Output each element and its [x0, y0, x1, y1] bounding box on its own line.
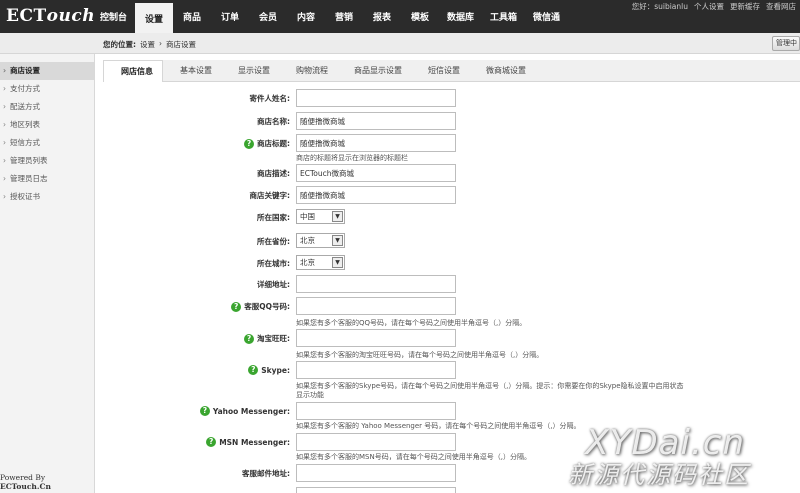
shop-name-label: 商店名称: [257, 117, 290, 126]
breadcrumb-prefix: 您的位置: [103, 40, 136, 49]
sidebar-item-admins[interactable]: 管理员列表 [0, 152, 94, 170]
personal-settings-link[interactable]: 个人设置 [694, 1, 724, 12]
help-icon[interactable]: ? [244, 333, 254, 344]
help-icon[interactable]: ? [199, 406, 210, 416]
msn-input[interactable] [296, 433, 456, 451]
service-email-label: 客服邮件地址: [242, 469, 290, 478]
country-label: 所在国家: [257, 213, 290, 222]
help-icon[interactable]: ? [231, 301, 242, 312]
shop-desc-label: 商店描述: [257, 169, 290, 178]
chevron-down-icon: ▼ [332, 235, 343, 246]
nav-orders[interactable]: 订单 [211, 0, 249, 33]
qq-input[interactable] [296, 297, 456, 315]
help-icon[interactable]: ? [244, 138, 254, 149]
tab-wechat-shop[interactable]: 微商城设置 [469, 60, 535, 82]
shop-name-input[interactable] [296, 112, 456, 130]
qq-label: ? 客服QQ号码: [231, 301, 290, 312]
logo-tail: ouch [46, 6, 96, 26]
sidebar-item-payment[interactable]: 支付方式 [0, 80, 94, 98]
nav-content[interactable]: 内容 [287, 0, 325, 33]
address-input[interactable] [296, 275, 456, 293]
sidebar-item-shipping[interactable]: 配送方式 [0, 98, 94, 116]
shop-desc-input[interactable] [296, 164, 456, 182]
yahoo-input[interactable] [296, 402, 456, 420]
sidebar-item-regions[interactable]: 地区列表 [0, 116, 94, 134]
top-bar: ECTouch 控制台 设置 商品 订单 会员 内容 营销 报表 模板 数据库 … [0, 0, 800, 33]
sender-name-input[interactable] [296, 89, 456, 107]
wangwang-note: 如果您有多个客服的淘宝旺旺号码，请在每个号码之间使用半角逗号（,）分隔。 [296, 351, 544, 359]
shop-title-input[interactable] [296, 134, 456, 152]
city-label: 所在城市: [257, 259, 290, 268]
province-label: 所在省份: [257, 237, 290, 246]
watermark-subtitle: 新源代源码社区 [568, 461, 750, 489]
wangwang-label: ? 淘宝旺旺: [244, 333, 290, 344]
breadcrumb-settings[interactable]: 设置 [140, 39, 155, 50]
clear-cache-link[interactable]: 更新缓存 [730, 1, 760, 12]
shop-title-note: 商店的标题将显示在浏览器的标题栏 [296, 154, 408, 162]
user-greeting: 您好：suibianlu [631, 2, 688, 11]
city-select[interactable]: 北京 ▼ [296, 255, 345, 270]
nav-tools[interactable]: 工具箱 [482, 0, 525, 33]
logo-main: ECT [6, 6, 47, 26]
partial-input[interactable] [296, 487, 456, 493]
address-label: 详细地址: [257, 280, 290, 289]
breadcrumb: 您的位置: 设置 › 商店设置 [103, 39, 196, 50]
tab-shop-info[interactable]: 网店信息 [103, 60, 163, 82]
nav-marketing[interactable]: 营销 [325, 0, 363, 33]
nav-templates[interactable]: 模板 [401, 0, 439, 33]
powered-brand-link[interactable]: ECTouch.Cn [0, 482, 51, 491]
sidebar-item-admin-log[interactable]: 管理员日志 [0, 170, 94, 188]
shop-keywords-label: 商店关键字: [249, 191, 291, 200]
user-links: 您好：suibianlu 个人设置 更新缓存 查看网店 [632, 1, 796, 12]
yahoo-label: ? Yahoo Messenger: [199, 406, 290, 416]
sidebar-item-sms[interactable]: 短信方式 [0, 134, 94, 152]
nav-members[interactable]: 会员 [249, 0, 287, 33]
skype-input[interactable] [296, 361, 456, 379]
view-shop-link[interactable]: 查看网店 [766, 1, 796, 12]
tab-checkout[interactable]: 购物流程 [279, 60, 337, 82]
sender-name-label: 寄件人姓名: [249, 94, 291, 103]
skype-note: 如果您有多个客服的Skype号码，请在每个号码之间使用半角逗号（,）分隔。提示：… [296, 382, 684, 390]
breadcrumb-current: 商店设置 [166, 40, 196, 49]
sidebar-list: 商店设置 支付方式 配送方式 地区列表 短信方式 管理员列表 管理员日志 授权证… [0, 62, 94, 206]
skype-note-line2: 显示功能 [296, 391, 324, 399]
shop-title-label: ? 商店标题: [244, 138, 290, 149]
tab-goods-display[interactable]: 商品显示设置 [337, 60, 411, 82]
nav-dashboard[interactable]: 控制台 [92, 0, 135, 33]
chevron-down-icon: ▼ [332, 257, 343, 268]
qq-note: 如果您有多个客服的QQ号码，请在每个号码之间使用半角逗号（,）分隔。 [296, 319, 527, 327]
breadcrumb-bar: 您的位置: 设置 › 商店设置 管理中 [0, 33, 800, 54]
msn-label: ? MSN Messenger: [206, 437, 290, 447]
nav-goods[interactable]: 商品 [173, 0, 211, 33]
sidebar-item-shop-settings[interactable]: 商店设置 [0, 62, 94, 80]
powered-prefix: Powered By [0, 473, 46, 482]
nav-database[interactable]: 数据库 [439, 0, 482, 33]
powered-by: Powered By ECTouch.Cn [0, 473, 94, 491]
sidebar-item-license[interactable]: 授权证书 [0, 188, 94, 206]
province-select[interactable]: 北京 ▼ [296, 233, 345, 248]
msn-note: 如果您有多个客服的MSN号码，请在每个号码之间使用半角逗号（,）分隔。 [296, 453, 531, 461]
breadcrumb-separator: › [159, 39, 162, 48]
wangwang-input[interactable] [296, 329, 456, 347]
main-nav: 控制台 设置 商品 订单 会员 内容 营销 报表 模板 数据库 工具箱 微信通 [92, 0, 568, 33]
tab-display[interactable]: 显示设置 [221, 60, 279, 82]
sidebar: 商店设置 支付方式 配送方式 地区列表 短信方式 管理员列表 管理员日志 授权证… [0, 54, 95, 493]
service-email-input[interactable] [296, 464, 456, 482]
help-icon[interactable]: ? [248, 365, 259, 375]
settings-tabs: 网店信息 基本设置 显示设置 购物流程 商品显示设置 短信设置 微商城设置 [103, 60, 800, 82]
nav-reports[interactable]: 报表 [363, 0, 401, 33]
chevron-down-icon: ▼ [332, 211, 343, 222]
skype-label: ? Skype: [248, 365, 290, 375]
help-icon[interactable]: ? [206, 437, 217, 447]
shop-keywords-input[interactable] [296, 186, 456, 204]
tab-sms[interactable]: 短信设置 [411, 60, 469, 82]
ectouch-logo[interactable]: ECTouch [6, 6, 95, 26]
nav-wechat[interactable]: 微信通 [525, 0, 568, 33]
country-select[interactable]: 中国 ▼ [296, 209, 345, 224]
manage-button[interactable]: 管理中 [772, 36, 800, 51]
yahoo-note: 如果您有多个客服的 Yahoo Messenger 号码，请在每个号码之间使用半… [296, 422, 581, 430]
nav-settings[interactable]: 设置 [135, 0, 174, 33]
tab-basic[interactable]: 基本设置 [163, 60, 221, 82]
